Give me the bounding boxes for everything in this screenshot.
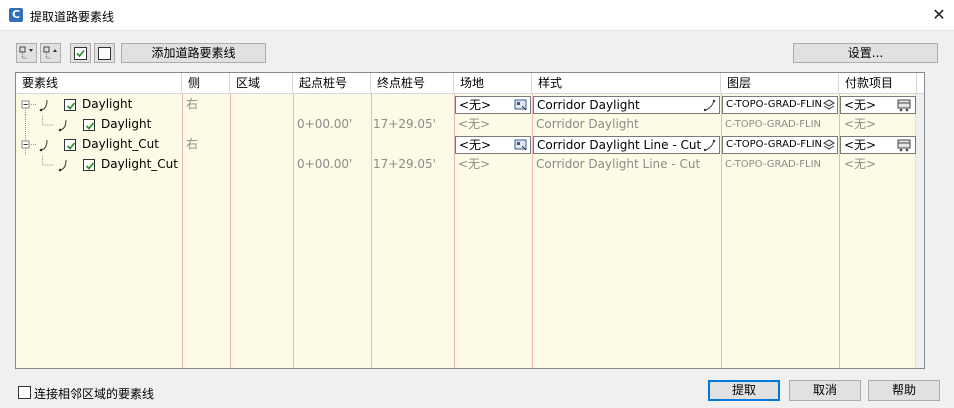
style-picker-icon xyxy=(703,139,716,152)
table-row[interactable]: Daylight_Cut 右 <无> Corridor Daylight Lin… xyxy=(16,135,916,155)
pay-item-dropdown[interactable]: <无> xyxy=(840,136,916,154)
style-value: Corridor Daylight Line - Cut xyxy=(537,138,702,152)
end-station-value: 17+29.05' xyxy=(373,117,436,131)
extract-button[interactable]: 提取 xyxy=(708,380,780,401)
site-value: <无> xyxy=(458,117,491,131)
collapse-all-button[interactable] xyxy=(40,43,61,63)
site-dropdown[interactable]: <无> xyxy=(455,136,531,154)
expand-tree-icon xyxy=(19,46,33,59)
layer-picker-icon xyxy=(823,99,835,110)
feature-line-name: Daylight xyxy=(82,97,133,111)
start-station-value: 0+00.00' xyxy=(297,117,353,131)
side-value: 右 xyxy=(186,97,199,111)
pay-item-dropdown[interactable]: <无> xyxy=(840,96,916,114)
table-row[interactable]: Daylight_Cut 0+00.00' 17+29.05' <无> Corr… xyxy=(16,155,916,175)
expand-all-button[interactable] xyxy=(16,43,37,63)
window-title: 提取道路要素线 xyxy=(30,10,115,24)
settings-button[interactable]: 设置... xyxy=(793,43,938,63)
add-feature-line-button[interactable]: 添加道路要素线 xyxy=(121,43,266,63)
collapse-tree-icon xyxy=(43,46,57,59)
pay-item-value: <无> xyxy=(844,98,877,112)
feature-line-name: Daylight_Cut xyxy=(101,157,178,171)
table-row[interactable]: Daylight 右 <无> Corridor Daylight C-TOPO-… xyxy=(16,95,916,115)
style-value: Corridor Daylight xyxy=(536,117,639,131)
start-station-value: 0+00.00' xyxy=(297,157,353,171)
feature-line-checkbox[interactable] xyxy=(83,119,95,131)
layer-value: C-TOPO-GRAD-FLIN xyxy=(726,99,823,110)
checkmark-icon xyxy=(85,122,95,130)
cancel-button[interactable]: 取消 xyxy=(789,380,861,401)
layer-value: C-TOPO-GRAD-FLIN xyxy=(725,159,822,170)
feature-line-checkbox[interactable] xyxy=(83,159,95,171)
feature-line-name: Daylight xyxy=(101,117,152,131)
column-header-layer[interactable]: 图层 xyxy=(721,73,839,94)
column-header-style[interactable]: 样式 xyxy=(532,73,721,94)
column-header-start-station[interactable]: 起点桩号 xyxy=(293,73,371,94)
uncheck-all-button[interactable] xyxy=(94,43,115,63)
site-dropdown[interactable]: <无> xyxy=(455,96,531,114)
site-picker-icon xyxy=(514,99,527,111)
style-value: Corridor Daylight Line - Cut xyxy=(536,157,701,171)
column-header-feature-line[interactable]: 要素线 xyxy=(16,73,182,94)
style-dropdown[interactable]: Corridor Daylight xyxy=(533,96,720,114)
checkmark-icon xyxy=(85,162,95,170)
feature-line-checkbox[interactable] xyxy=(64,139,76,151)
pay-item-value: <无> xyxy=(844,138,877,152)
layer-value: C-TOPO-GRAD-FLIN xyxy=(725,119,822,130)
column-header-end-station[interactable]: 终点桩号 xyxy=(371,73,454,94)
layer-value: C-TOPO-GRAD-FLIN xyxy=(726,139,823,150)
checkmark-icon xyxy=(66,142,76,150)
checkbox-empty-icon xyxy=(98,46,111,60)
column-header-side[interactable]: 侧 xyxy=(182,73,230,94)
pay-item-picker-icon xyxy=(897,139,911,152)
pay-item-picker-icon xyxy=(897,99,911,112)
app-logo-icon: C xyxy=(9,8,23,22)
column-header-pay-item[interactable]: 付款项目 xyxy=(839,73,917,94)
table-row[interactable]: Daylight 0+00.00' 17+29.05' <无> Corridor… xyxy=(16,115,916,135)
feature-line-grid: 要素线 侧 区域 起点桩号 终点桩号 场地 样式 图层 付款项目 Dayligh… xyxy=(15,72,925,369)
end-station-value: 17+29.05' xyxy=(373,157,436,171)
style-value: Corridor Daylight xyxy=(537,98,640,112)
site-value: <无> xyxy=(459,98,492,112)
checkbox-checked-icon xyxy=(74,46,87,60)
pay-item-value: <无> xyxy=(844,117,877,131)
feature-line-name: Daylight_Cut xyxy=(82,137,159,151)
column-header-region[interactable]: 区域 xyxy=(230,73,293,94)
close-button[interactable]: ✕ xyxy=(924,0,954,30)
column-header-site[interactable]: 场地 xyxy=(454,73,532,94)
help-button[interactable]: 帮助 xyxy=(868,380,940,401)
layer-picker-icon xyxy=(823,139,835,150)
layer-dropdown[interactable]: C-TOPO-GRAD-FLIN xyxy=(722,136,838,154)
site-value: <无> xyxy=(459,138,492,152)
side-value: 右 xyxy=(186,137,199,151)
layer-dropdown[interactable]: C-TOPO-GRAD-FLIN xyxy=(722,96,838,114)
style-picker-icon xyxy=(703,99,716,112)
grid-header: 要素线 侧 区域 起点桩号 终点桩号 场地 样式 图层 付款项目 xyxy=(16,73,924,94)
check-all-button[interactable] xyxy=(70,43,91,63)
pay-item-value: <无> xyxy=(844,157,877,171)
vertical-scrollbar[interactable] xyxy=(915,94,924,368)
style-dropdown[interactable]: Corridor Daylight Line - Cut xyxy=(533,136,720,154)
title-bar: C 提取道路要素线 ✕ xyxy=(0,0,954,31)
connect-regions-label[interactable]: 连接相邻区域的要素线 xyxy=(34,385,154,402)
checkmark-icon xyxy=(66,102,76,110)
site-value: <无> xyxy=(458,157,491,171)
connect-regions-checkbox[interactable] xyxy=(18,386,31,399)
feature-line-checkbox[interactable] xyxy=(64,99,76,111)
site-picker-icon xyxy=(514,139,527,151)
